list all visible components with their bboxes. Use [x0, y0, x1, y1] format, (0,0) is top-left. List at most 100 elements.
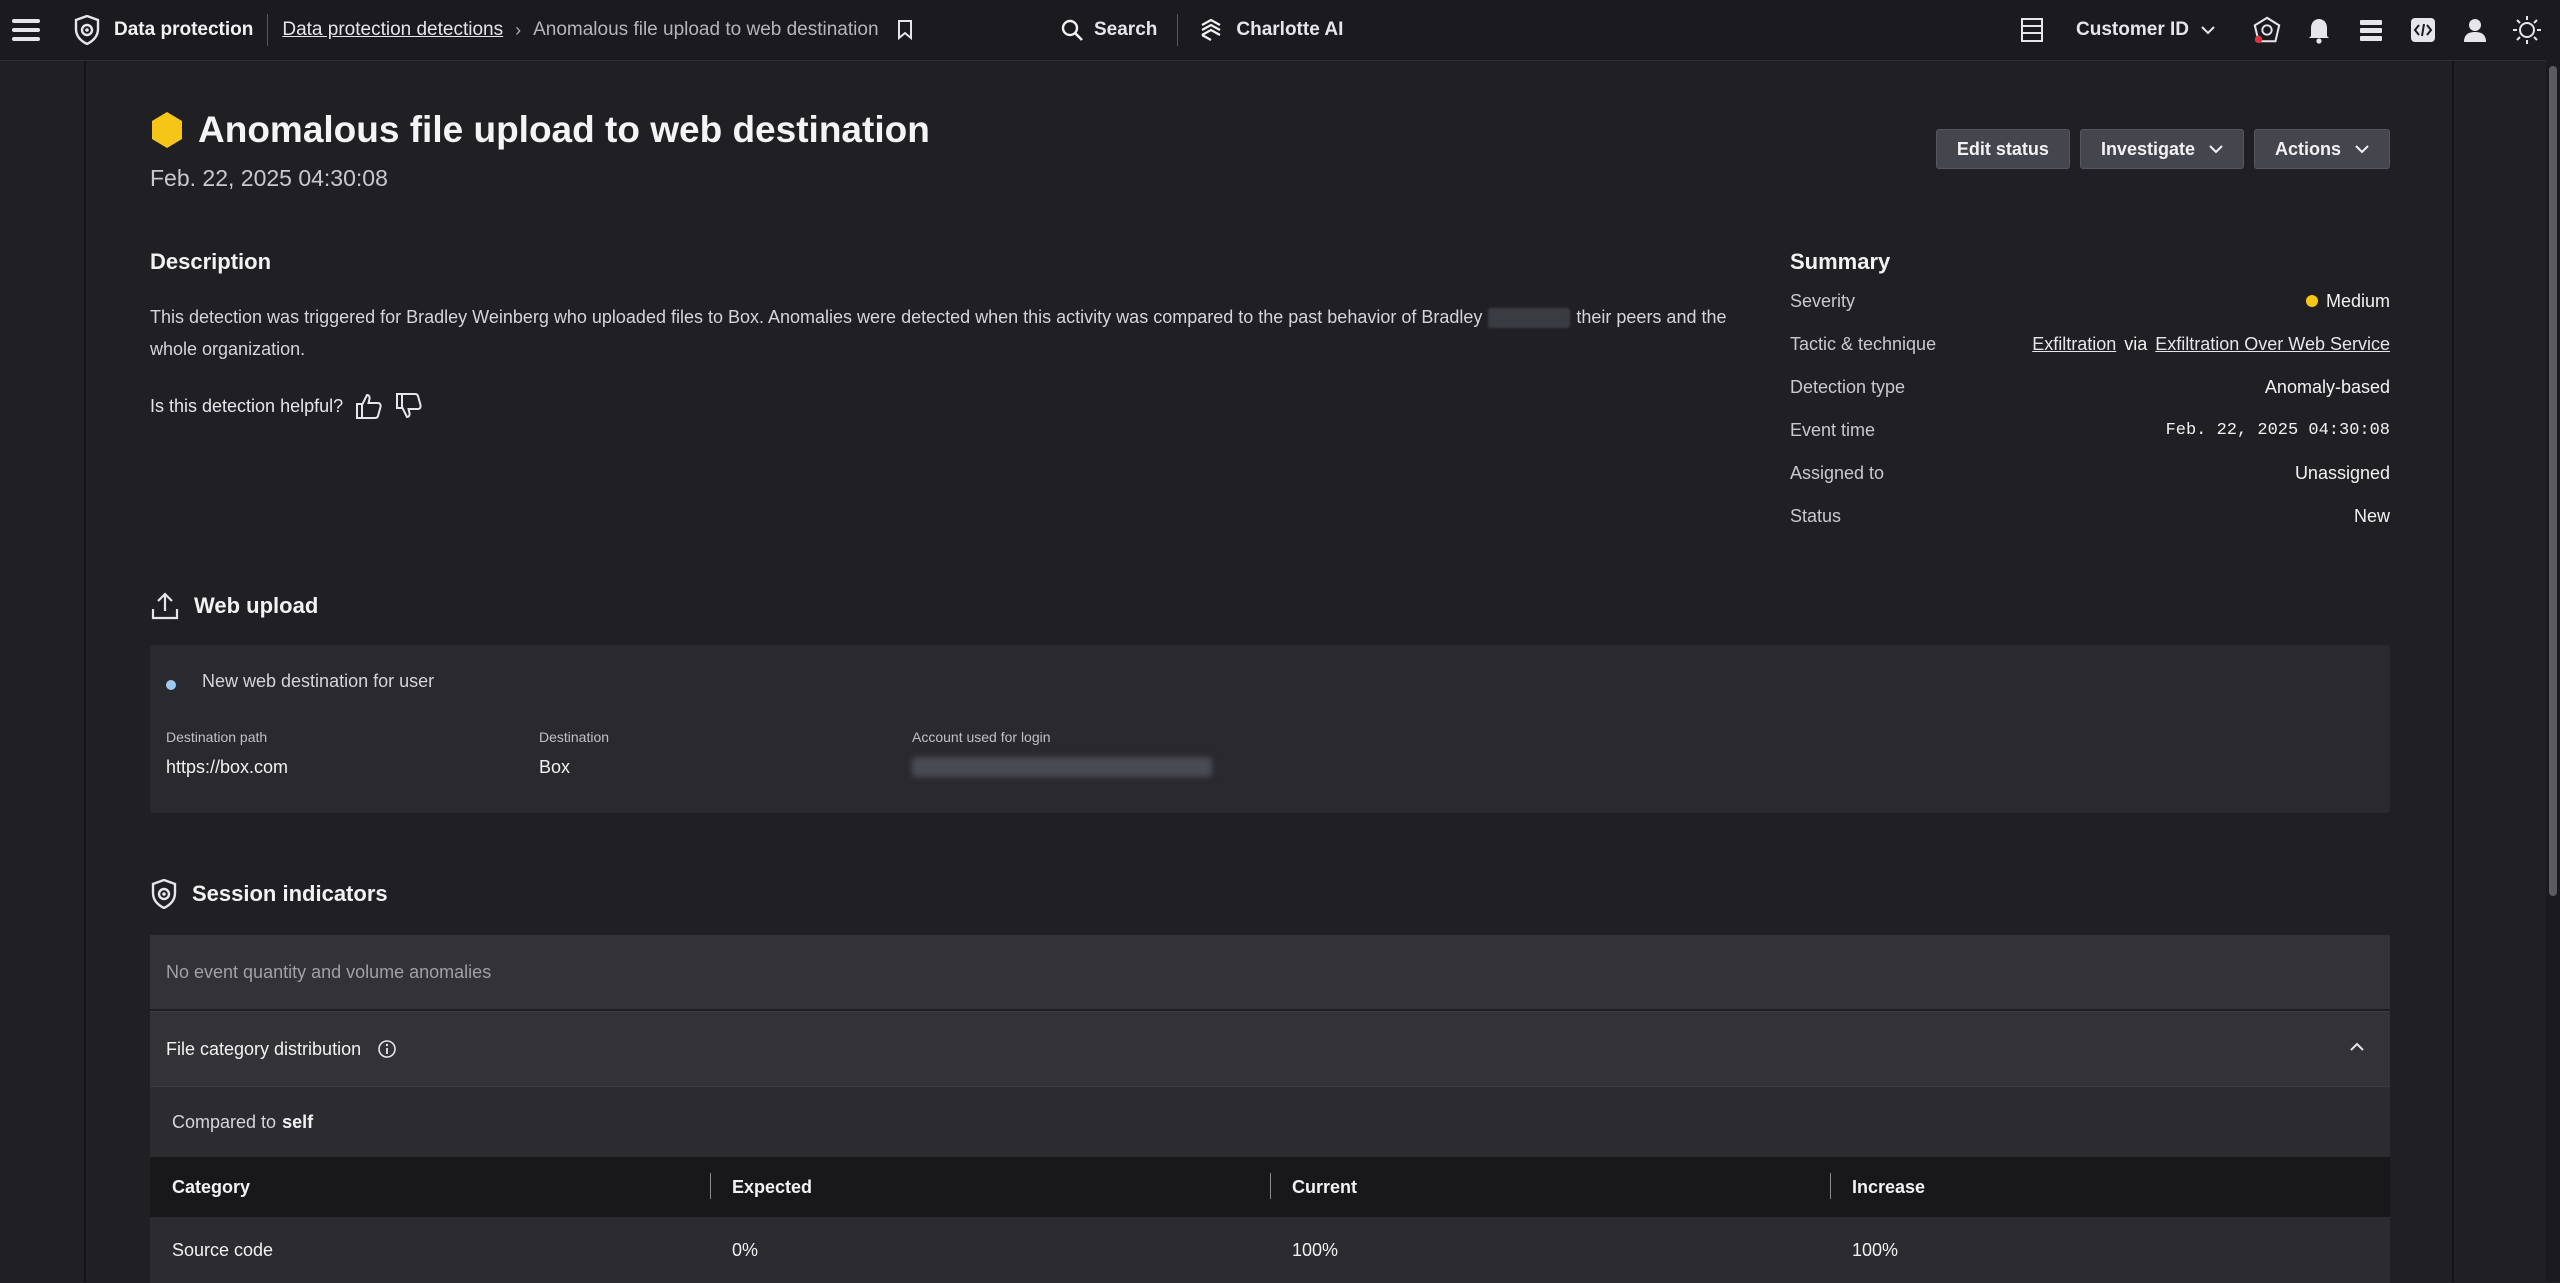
column-header-increase[interactable]: Increase	[1830, 1172, 2390, 1199]
field-label: Destination path	[166, 729, 268, 745]
topbar-center: Search Charlotte AI	[1060, 0, 1343, 60]
table-header: Category Expected Current Increase	[150, 1157, 2390, 1217]
description-heading: Description	[150, 249, 272, 274]
redacted-account	[912, 757, 1212, 777]
summary-label: Tactic & technique	[1790, 333, 1937, 354]
cell-increase: 100%	[1852, 1239, 1899, 1260]
bookmark-icon[interactable]	[897, 20, 913, 40]
tactic-technique-value: Exfiltration via Exfiltration Over Web S…	[2032, 334, 2390, 355]
stack-icon[interactable]	[2356, 15, 2386, 45]
divider	[267, 14, 269, 46]
search-label: Search	[1094, 19, 1158, 40]
charlotte-ai-label: Charlotte AI	[1236, 19, 1344, 40]
vertical-scrollbar[interactable]	[2546, 60, 2560, 1282]
app-name[interactable]: Data protection	[114, 19, 253, 41]
top-navigation-bar: Data protection Data protection detectio…	[0, 0, 2560, 61]
table-icon[interactable]	[2017, 15, 2047, 45]
menu-icon[interactable]	[12, 19, 40, 41]
summary-row-detection-type: Detection type Anomaly-based	[1790, 375, 2390, 399]
customer-id-label: Customer ID	[2076, 19, 2189, 40]
cell-expected: 0%	[732, 1239, 759, 1260]
left-gutter-divider	[84, 61, 86, 1282]
breadcrumb-chevron-icon: ›	[515, 19, 522, 40]
field-value: Box	[539, 757, 571, 777]
summary-row-assigned-to: Assigned to Unassigned	[1790, 461, 2390, 485]
column-header-current[interactable]: Current	[1270, 1172, 1830, 1199]
helpful-prompt: Is this detection helpful?	[150, 395, 344, 416]
tactic-via: via	[2124, 333, 2148, 354]
cell-category: Source code	[172, 1239, 274, 1260]
divider	[1177, 14, 1179, 46]
incident-icon[interactable]	[2252, 15, 2282, 45]
search-icon	[1061, 19, 1083, 41]
description-text: This detection was triggered for Bradley…	[150, 301, 1760, 365]
page-title: Anomalous file upload to web destination	[198, 109, 930, 150]
column-header-label: Category	[172, 1176, 251, 1197]
severity-text: Medium	[2325, 290, 2390, 311]
topbar-left: Data protection Data protection detectio…	[0, 0, 913, 60]
bell-icon[interactable]	[2304, 15, 2334, 45]
tactic-link[interactable]: Exfiltration	[2032, 334, 2116, 355]
accordion-title: File category distribution	[166, 1038, 362, 1059]
user-icon[interactable]	[2460, 15, 2490, 45]
customer-id-dropdown[interactable]: Customer ID	[2076, 19, 2215, 41]
compared-to-label: Compared to	[172, 1111, 277, 1132]
investigate-button[interactable]: Investigate	[2079, 129, 2244, 169]
summary-panel: Summary Severity Medium Tactic & techniq…	[1790, 249, 2390, 526]
edit-status-label: Edit status	[1956, 138, 2049, 159]
empty-state: No event quantity and volume anomalies	[150, 935, 2390, 1009]
column-header-category[interactable]: Category	[150, 1177, 710, 1198]
edit-status-button[interactable]: Edit status	[1935, 129, 2070, 169]
info-icon[interactable]	[377, 1039, 397, 1059]
column-header-label: Increase	[1852, 1176, 1926, 1197]
detection-timestamp: Feb. 22, 2025 04:30:08	[150, 165, 388, 191]
session-indicators-header: Session indicators	[150, 879, 388, 909]
cell-current: 100%	[1292, 1239, 1339, 1260]
technique-link[interactable]: Exfiltration Over Web Service	[2155, 334, 2390, 355]
shield-logo-icon[interactable]	[74, 15, 100, 45]
charlotte-ai-icon	[1201, 18, 1221, 41]
chevron-down-icon	[2209, 145, 2223, 154]
topbar-right: Customer ID	[2006, 0, 2560, 60]
right-gutter-divider	[2452, 61, 2454, 1282]
column-divider	[1270, 1172, 1271, 1199]
table-row[interactable]: Source code 0% 100% 100%	[150, 1217, 2390, 1283]
breadcrumb-link-detections[interactable]: Data protection detections	[282, 19, 503, 41]
summary-heading: Summary	[1790, 249, 1891, 274]
title-row: Anomalous file upload to web destination	[150, 109, 930, 151]
destination-field: Destination Box	[539, 729, 609, 778]
account-login-field: Account used for login	[912, 729, 1212, 777]
column-divider	[1830, 1172, 1831, 1199]
column-divider	[710, 1172, 711, 1199]
web-upload-card: New web destination for user Destination…	[150, 645, 2390, 813]
severity-value: Medium	[2305, 290, 2390, 312]
chevron-down-icon	[2355, 145, 2369, 154]
compared-to-value: self	[282, 1111, 314, 1132]
summary-label: Event time	[1790, 419, 1876, 440]
summary-row-event-time: Event time Feb. 22, 2025 04:30:08	[1790, 418, 2390, 442]
file-category-accordion-header[interactable]: File category distribution	[150, 1011, 2390, 1087]
actions-button[interactable]: Actions	[2253, 129, 2390, 169]
investigate-label: Investigate	[2100, 138, 2195, 159]
sun-icon[interactable]	[2512, 15, 2542, 45]
column-header-label: Expected	[732, 1176, 813, 1197]
code-icon[interactable]	[2408, 15, 2438, 45]
session-indicators-heading: Session indicators	[192, 881, 388, 906]
web-upload-heading: Web upload	[194, 593, 319, 618]
severity-hexagon-icon	[152, 112, 182, 148]
status-value: New	[2353, 505, 2390, 526]
column-header-label: Current	[1292, 1176, 1358, 1197]
upload-icon	[151, 592, 179, 620]
scrollbar-thumb[interactable]	[2549, 66, 2557, 896]
web-upload-note: New web destination for user	[202, 671, 435, 691]
thumbs-down-icon[interactable]	[393, 391, 423, 421]
chevron-up-icon[interactable]	[2348, 1038, 2366, 1056]
thumbs-up-icon[interactable]	[353, 391, 383, 421]
destination-path-field: Destination path https://box.com	[166, 729, 288, 778]
search-button[interactable]: Search	[1060, 18, 1157, 42]
column-header-expected[interactable]: Expected	[710, 1172, 1270, 1199]
helpful-feedback: Is this detection helpful?	[150, 391, 423, 421]
header-actions: Edit status Investigate Actions	[1935, 129, 2390, 169]
charlotte-ai-button[interactable]: Charlotte AI	[1198, 17, 1343, 43]
actions-label: Actions	[2274, 138, 2341, 159]
